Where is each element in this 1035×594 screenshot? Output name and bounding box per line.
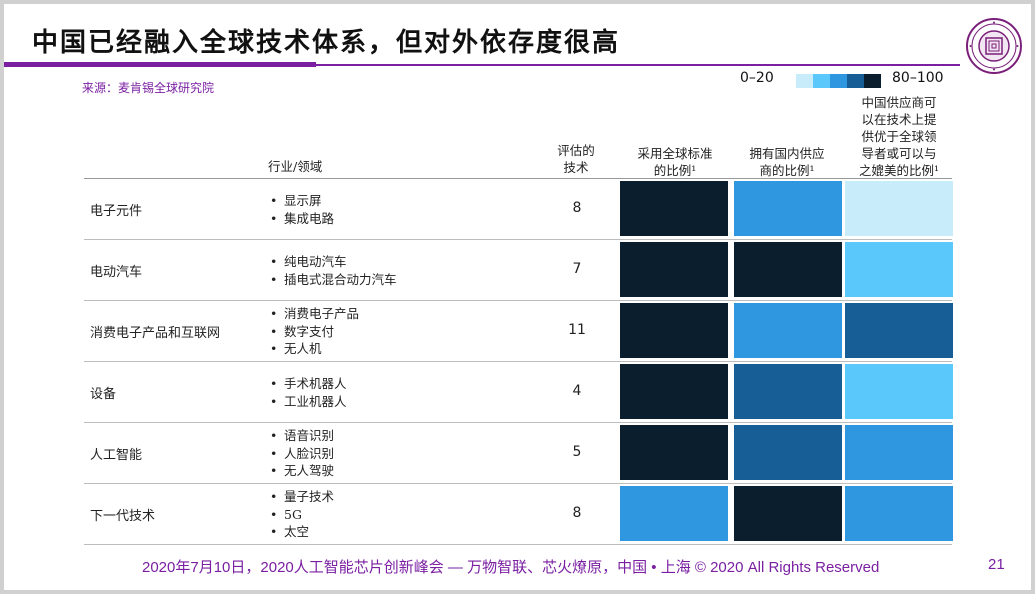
heat-cell: [845, 425, 953, 480]
heat-cell: [620, 364, 728, 419]
tech-item: 显示屏: [270, 192, 334, 210]
heat-cell: [620, 181, 728, 236]
table-header-divider: [84, 178, 952, 179]
header-line: 导者或可以与: [861, 146, 937, 161]
header-line: 供优于全球领: [861, 129, 937, 144]
legend-swatch: [796, 74, 813, 88]
slide-title: 中国已经融入全球技术体系，但对外依存度很高: [32, 28, 621, 58]
row-industry-label: 下一代技术: [90, 509, 156, 524]
header-line: 拥有国内供应: [749, 146, 825, 161]
header-line: 技术: [563, 160, 589, 175]
tech-item: 太空: [270, 523, 334, 541]
row-divider: [84, 483, 952, 484]
row-industry-label: 人工智能: [90, 448, 143, 463]
heat-cell: [845, 181, 953, 236]
row-tech-count: 4: [572, 383, 582, 399]
header-line: 评估的: [557, 143, 595, 158]
legend-swatch: [847, 74, 864, 88]
heat-cell: [620, 486, 728, 541]
heat-cell: [734, 364, 842, 419]
row-industry-label: 电子元件: [90, 204, 143, 219]
title-underline-accent: [4, 62, 316, 67]
heat-cell: [734, 425, 842, 480]
source-note: 来源：麦肯锡全球研究院: [82, 81, 215, 95]
tech-item: 纯电动汽车: [270, 253, 397, 271]
heat-cell: [620, 425, 728, 480]
header-industry: 行业/领域: [268, 159, 323, 174]
tech-item: 量子技术: [270, 488, 334, 506]
row-tech-list: 纯电动汽车 插电式混合动力汽车: [270, 253, 397, 288]
page-number: 21: [988, 556, 1005, 573]
title-underline: [316, 64, 960, 66]
legend-min-label: 0–20: [740, 70, 774, 86]
footer-text: 2020年7月10日，2020人工智能芯片创新峰会 — 万物智联、芯火燎原，中国…: [142, 559, 880, 576]
tech-item: 手术机器人: [270, 375, 347, 393]
row-tech-count: 5: [572, 444, 582, 460]
legend-scale: [796, 74, 881, 88]
row-tech-list: 消费电子产品 数字支付 无人机: [270, 305, 359, 358]
heat-cell: [845, 242, 953, 297]
tech-item: 无人驾驶: [270, 462, 334, 480]
row-tech-count: 7: [572, 261, 582, 277]
row-divider: [84, 239, 952, 240]
header-global-standard-share: 采用全球标准 的比例¹: [620, 145, 730, 179]
legend-swatch: [830, 74, 847, 88]
university-seal-icon: [966, 18, 1022, 74]
tech-item: 插电式混合动力汽车: [270, 271, 397, 289]
tech-item: 工业机器人: [270, 393, 347, 411]
heat-cell: [620, 242, 728, 297]
heat-cell: [734, 303, 842, 358]
row-divider: [84, 544, 952, 545]
header-tech-count: 评估的 技术: [550, 142, 602, 176]
row-tech-count: 8: [572, 505, 582, 521]
legend-swatch: [864, 74, 881, 88]
row-tech-list: 量子技术 5G 太空: [270, 488, 334, 541]
heat-cell: [845, 486, 953, 541]
row-divider: [84, 361, 952, 362]
header-domestic-supplier-share: 拥有国内供应 商的比例¹: [733, 145, 841, 179]
row-tech-list: 语音识别 人脸识别 无人驾驶: [270, 427, 334, 480]
heat-cell: [620, 303, 728, 358]
tech-item: 集成电路: [270, 210, 334, 228]
tech-item: 语音识别: [270, 427, 334, 445]
row-tech-list: 显示屏 集成电路: [270, 192, 334, 227]
heat-cell: [734, 181, 842, 236]
row-industry-label: 电动汽车: [90, 265, 143, 280]
header-competitive-supplier-share: 中国供应商可 以在技术上提 供优于全球领 导者或可以与 之媲美的比例¹: [846, 94, 952, 179]
heat-cell: [845, 303, 953, 358]
row-tech-count: 8: [572, 200, 582, 216]
header-line: 之媲美的比例¹: [858, 163, 939, 178]
row-divider: [84, 300, 952, 301]
row-industry-label: 设备: [90, 387, 117, 402]
heat-cell: [734, 486, 842, 541]
legend-max-label: 80–100: [892, 70, 944, 86]
tech-item: 人脸识别: [270, 445, 334, 463]
row-divider: [84, 422, 952, 423]
tech-item: 消费电子产品: [270, 305, 359, 323]
row-tech-count: 11: [568, 322, 586, 338]
row-industry-label: 消费电子产品和互联网: [90, 326, 221, 341]
heat-cell: [845, 364, 953, 419]
row-tech-list: 手术机器人 工业机器人: [270, 375, 347, 410]
tech-item: 5G: [270, 506, 334, 524]
legend-swatch: [813, 74, 830, 88]
header-line: 中国供应商可: [861, 95, 937, 110]
tech-item: 数字支付: [270, 323, 359, 341]
header-line: 以在技术上提: [861, 112, 937, 127]
header-line: 的比例¹: [653, 163, 697, 178]
header-line: 商的比例¹: [759, 163, 815, 178]
tech-item: 无人机: [270, 340, 359, 358]
heat-cell: [734, 242, 842, 297]
header-line: 采用全球标准: [637, 146, 713, 161]
